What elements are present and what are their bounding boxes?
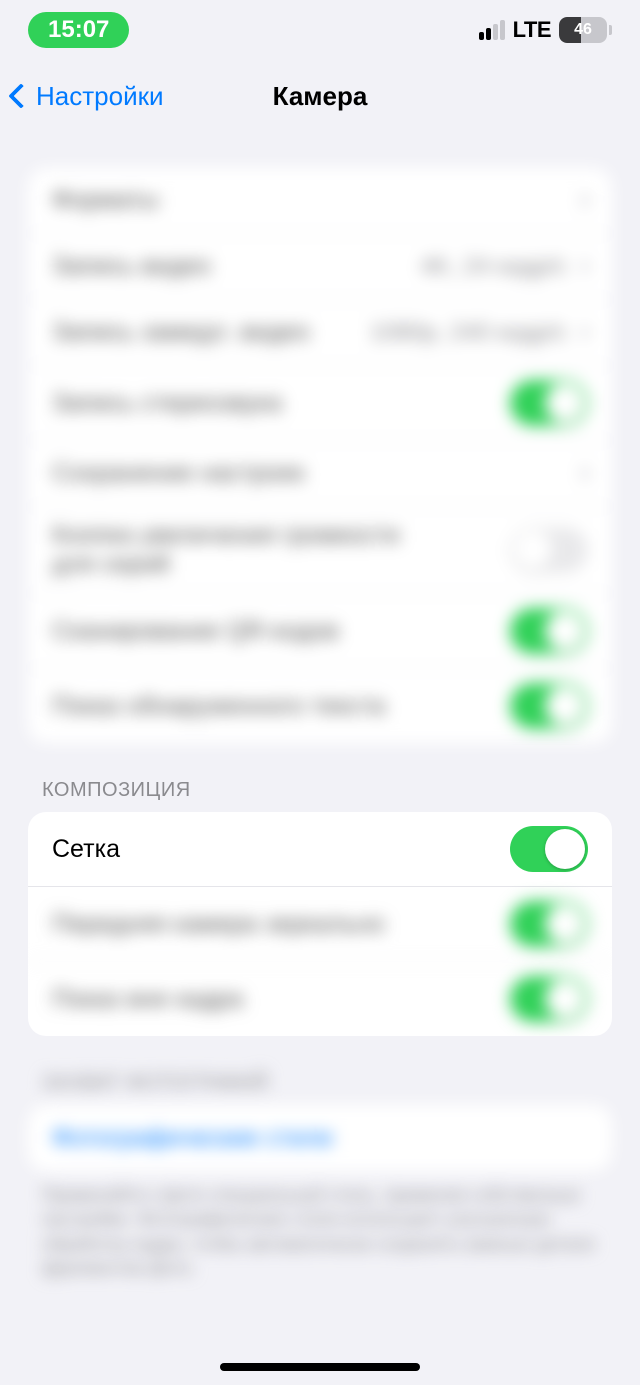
home-indicator[interactable] — [220, 1363, 420, 1371]
toggle-outside[interactable] — [510, 976, 588, 1022]
toggle-qr[interactable] — [510, 608, 588, 654]
row-label: Показ обнаруженного текста — [52, 692, 385, 721]
chevron-right-icon — [575, 259, 591, 275]
footer-note: Применяйте к фото специальный стиль, при… — [42, 1183, 598, 1280]
row-video[interactable]: Запись видео 4K, 24 кадр/с — [28, 234, 612, 300]
cellular-signal-icon — [479, 20, 505, 40]
settings-group-photo-capture-wrapper: ЗАХВАТ ФОТОГРАФИЙ Фотографические стили … — [0, 1072, 640, 1280]
toggle-mirror[interactable] — [510, 901, 588, 947]
battery-percentage: 46 — [559, 17, 607, 43]
row-value: 4K, 24 кадр/с — [421, 253, 567, 281]
status-right: LTE 46 — [479, 17, 612, 43]
row-text-detect[interactable]: Показ обнаруженного текста — [28, 669, 612, 743]
toggle-volume-burst[interactable] — [510, 527, 588, 573]
settings-group-photo-capture: Фотографические стили — [28, 1105, 612, 1171]
settings-group-composition: Сетка Передняя камера зеркально Показ вн… — [28, 812, 612, 1036]
row-label: Форматы — [52, 186, 159, 215]
chevron-right-icon — [575, 325, 591, 341]
row-stereo[interactable]: Запись стереозвука — [28, 366, 612, 441]
status-bar: 15:07 LTE 46 — [0, 0, 640, 60]
row-volume-burst[interactable]: Кнопка увеличения громкости для серий — [28, 507, 612, 594]
page-title: Камера — [273, 81, 368, 112]
row-mirror[interactable]: Передняя камера зеркально — [28, 887, 612, 962]
time-pill: 15:07 — [28, 12, 129, 48]
section-header-capture: ЗАХВАТ ФОТОГРАФИЙ — [42, 1072, 598, 1095]
network-type: LTE — [513, 17, 551, 43]
row-photo-styles[interactable]: Фотографические стили — [28, 1105, 612, 1171]
row-slomo[interactable]: Запись замедл. видео 1080p, 240 кадр/с — [28, 300, 612, 366]
row-label: Запись видео — [52, 252, 211, 281]
row-label: Фотографические стили — [52, 1124, 333, 1153]
row-grid[interactable]: Сетка — [28, 812, 612, 887]
row-preserve[interactable]: Сохранение настроек — [28, 441, 612, 507]
row-label: Передняя камера зеркально — [52, 910, 384, 939]
toggle-grid[interactable] — [510, 826, 588, 872]
battery-icon: 46 — [559, 17, 612, 43]
row-value: 1080p, 240 кадр/с — [370, 319, 567, 347]
chevron-right-icon — [575, 193, 591, 209]
row-label: Кнопка увеличения громкости для серий — [52, 521, 432, 579]
row-label: Сканирование QR-кодов — [52, 617, 339, 646]
row-label: Показ вне кадра — [52, 985, 243, 1014]
toggle-stereo[interactable] — [510, 380, 588, 426]
chevron-right-icon — [575, 466, 591, 482]
back-button[interactable]: Настройки — [12, 81, 164, 112]
row-outside[interactable]: Показ вне кадра — [28, 962, 612, 1036]
chevron-left-icon — [8, 83, 33, 108]
row-qr[interactable]: Сканирование QR-кодов — [28, 594, 612, 669]
row-label: Сохранение настроек — [52, 459, 305, 488]
row-label: Сетка — [52, 835, 120, 864]
toggle-text-detect[interactable] — [510, 683, 588, 729]
row-label: Запись замедл. видео — [52, 318, 310, 347]
back-label: Настройки — [36, 81, 164, 112]
row-label: Запись стереозвука — [52, 389, 282, 418]
row-formats[interactable]: Форматы — [28, 168, 612, 234]
section-header-composition: КОМПОЗИЦИЯ — [42, 779, 598, 802]
settings-group-main: Форматы Запись видео 4K, 24 кадр/с Запис… — [28, 168, 612, 743]
nav-bar: Настройки Камера — [0, 60, 640, 132]
